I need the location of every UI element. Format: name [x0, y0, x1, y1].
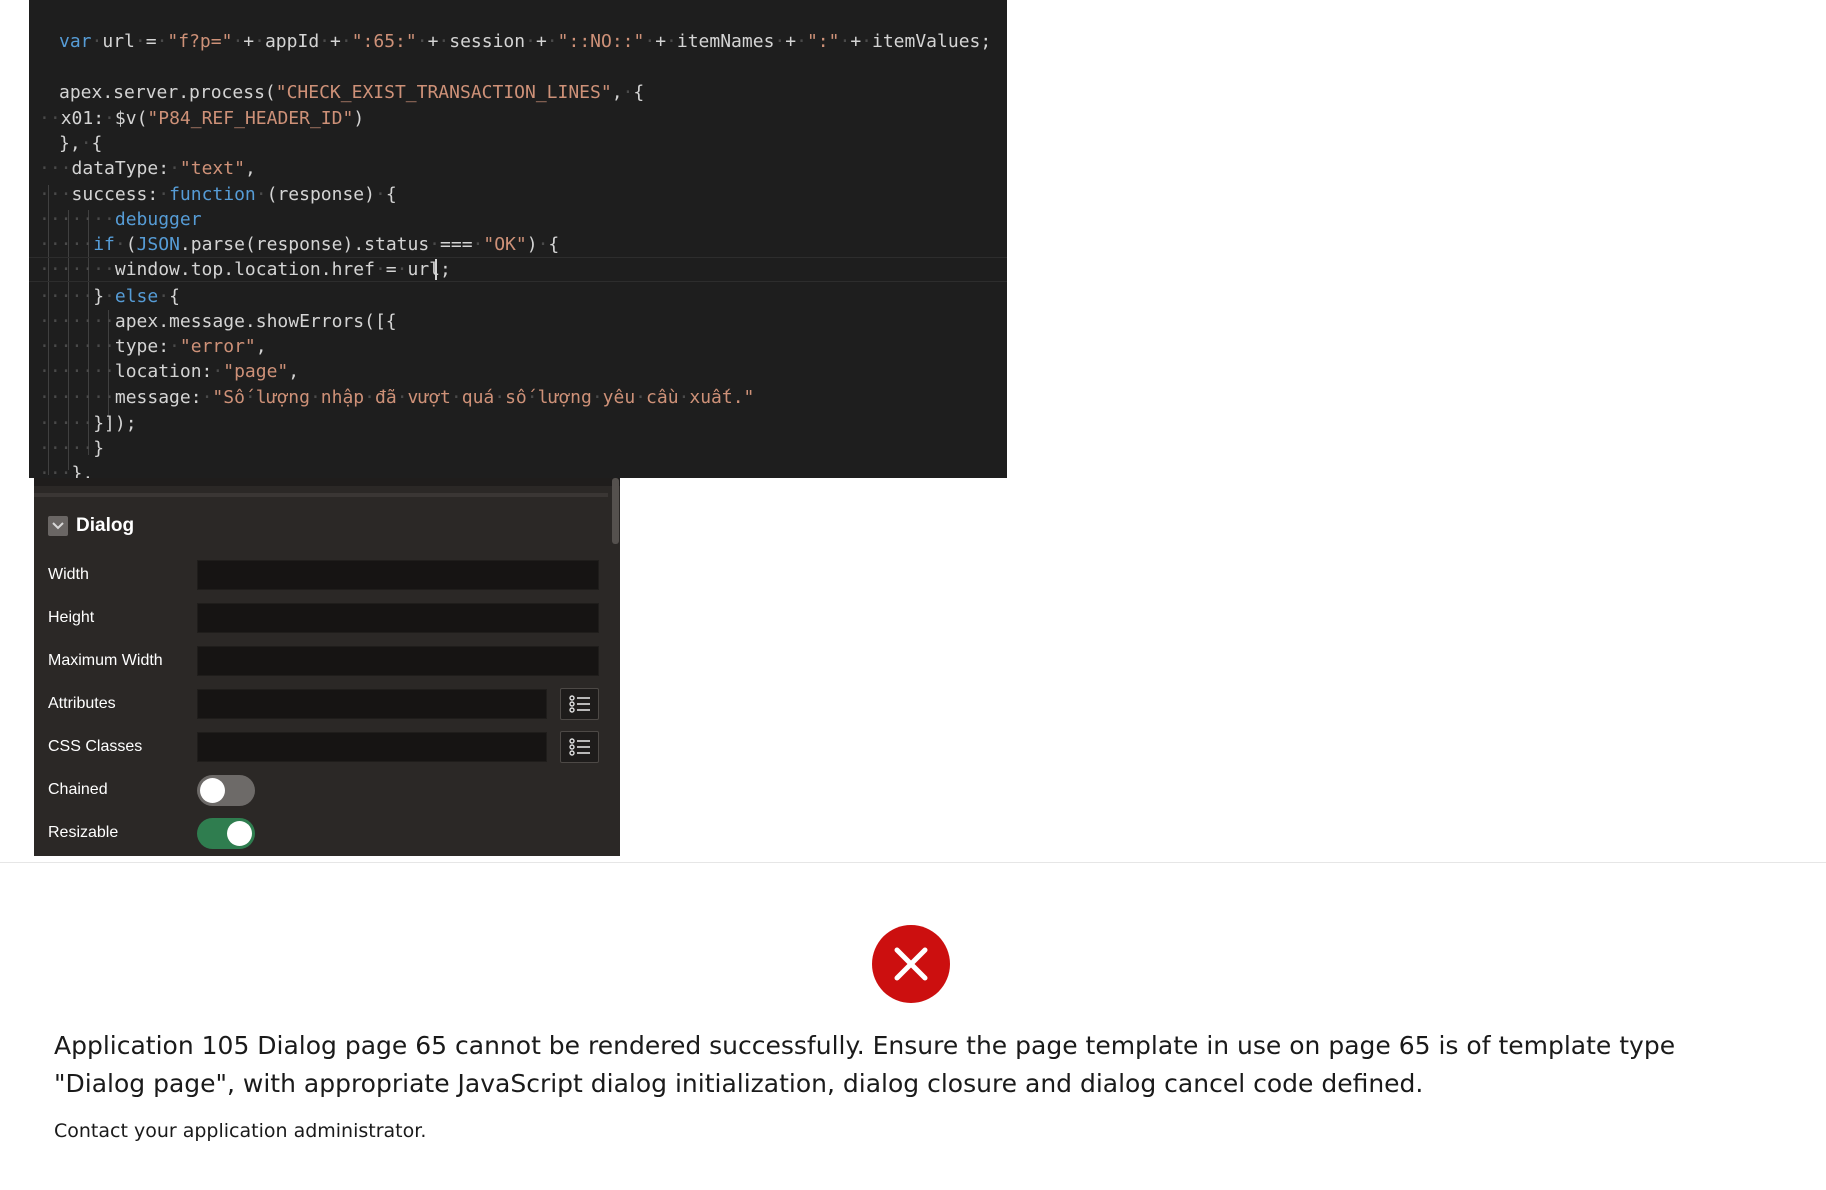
code-line: var·url·=·"f?p="·+·appId·+·":65:"·+·sess…: [59, 31, 992, 52]
max-width-input[interactable]: [197, 646, 599, 676]
code-line: ···},: [39, 463, 94, 478]
code-line: ·····if·(JSON.parse(response).status·===…: [39, 234, 560, 255]
width-row: Width: [34, 558, 620, 592]
code-editor[interactable]: var·url·=·"f?p="·+·appId·+·":65:"·+·sess…: [29, 0, 1007, 478]
code-line: ·······location:·"page",: [39, 361, 300, 382]
property-panel: Dialog Width Height Maximum Width Attrib…: [34, 478, 620, 856]
code-line: ·····}·else·{: [39, 286, 180, 307]
code-line: ·····}]);: [39, 413, 137, 434]
section-title: Dialog: [76, 515, 135, 536]
chained-toggle[interactable]: [197, 775, 255, 806]
resizable-toggle[interactable]: [197, 818, 255, 849]
css-classes-label: CSS Classes: [48, 738, 143, 755]
code-line: ··x01:·$v("P84_REF_HEADER_ID"): [39, 108, 365, 129]
toggle-knob: [227, 821, 252, 846]
attributes-label: Attributes: [48, 695, 116, 712]
attributes-list-button[interactable]: [560, 688, 599, 720]
text-cursor: [435, 259, 437, 280]
css-classes-row: CSS Classes: [34, 730, 620, 764]
code-line: ···dataType:·"text",: [39, 158, 256, 179]
attributes-input[interactable]: [197, 689, 547, 719]
code-line: ·······debugger: [39, 209, 202, 230]
error-hint: Contact your application administrator.: [54, 1120, 427, 1142]
chevron-down-icon[interactable]: [48, 516, 68, 536]
dialog-section-header[interactable]: Dialog: [48, 511, 134, 541]
resizable-row: Resizable: [34, 816, 620, 850]
code-line: ·······type:·"error",: [39, 336, 267, 357]
list-icon: [568, 695, 590, 713]
height-label: Height: [48, 609, 95, 626]
code-line: ·······apex.message.showErrors([{: [39, 311, 397, 332]
css-classes-input[interactable]: [197, 732, 547, 762]
panel-scrollbar[interactable]: [612, 478, 619, 544]
code-line: apex.server.process("CHECK_EXIST_TRANSAC…: [59, 82, 645, 103]
max-width-row: Maximum Width: [34, 644, 620, 678]
code-line-current: ·······window.top.location.href·=·url;: [29, 257, 1007, 282]
panel-divider: [34, 493, 608, 497]
toggle-knob: [200, 778, 225, 803]
chained-label: Chained: [48, 781, 108, 798]
error-message: Application 105 Dialog page 65 cannot be…: [54, 1031, 1676, 1098]
height-row: Height: [34, 601, 620, 635]
attributes-row: Attributes: [34, 687, 620, 721]
code-line: },·{: [59, 133, 103, 154]
code-line: ···success:·function·(response)·{: [39, 184, 397, 205]
max-width-label: Maximum Width: [48, 652, 163, 669]
list-icon: [568, 738, 590, 756]
resizable-label: Resizable: [48, 824, 119, 841]
panel-top-border: [34, 478, 620, 486]
width-label: Width: [48, 566, 89, 583]
height-input[interactable]: [197, 603, 599, 633]
css-classes-list-button[interactable]: [560, 731, 599, 763]
width-input[interactable]: [197, 560, 599, 590]
page-separator: [0, 862, 1826, 863]
error-x-icon: [872, 925, 950, 1003]
code-line: ·····}: [39, 438, 105, 459]
code-line: ·······message:·"Số·lượng·nhập·đã·vượt·q…: [39, 387, 755, 408]
chained-row: Chained: [34, 773, 620, 807]
